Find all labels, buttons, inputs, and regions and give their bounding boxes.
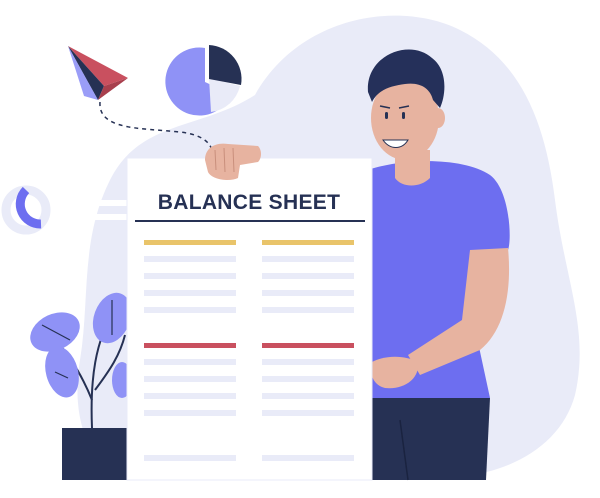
row-line	[262, 393, 354, 399]
row-line	[144, 307, 236, 313]
pie-chart-icon	[165, 45, 242, 116]
title-underline	[135, 220, 365, 222]
document-title: BALANCE SHEET	[158, 191, 340, 214]
section-header-bar	[144, 240, 236, 245]
decor-line	[75, 214, 135, 220]
row-line	[262, 256, 354, 262]
row-line	[144, 455, 236, 461]
section-header-bar	[262, 343, 354, 348]
row-line	[144, 410, 236, 416]
section-header-bar	[262, 240, 354, 245]
illustration: BALANCE SHEET	[1, 15, 580, 481]
row-line	[262, 307, 354, 313]
decor-line	[75, 200, 135, 206]
donut-chart-icon	[1, 185, 51, 235]
row-line	[144, 359, 236, 365]
row-line	[144, 290, 236, 296]
row-line	[262, 359, 354, 365]
paper-plane-icon	[68, 46, 128, 100]
row-line	[144, 393, 236, 399]
plant-pot	[62, 428, 132, 480]
row-line	[262, 455, 354, 461]
row-line	[144, 256, 236, 262]
row-line	[262, 290, 354, 296]
section-header-bar	[144, 343, 236, 348]
row-line	[144, 376, 236, 382]
row-line	[262, 273, 354, 279]
row-line	[262, 410, 354, 416]
row-line	[262, 376, 354, 382]
row-line	[144, 273, 236, 279]
balance-sheet-document: BALANCE SHEET	[126, 157, 373, 481]
